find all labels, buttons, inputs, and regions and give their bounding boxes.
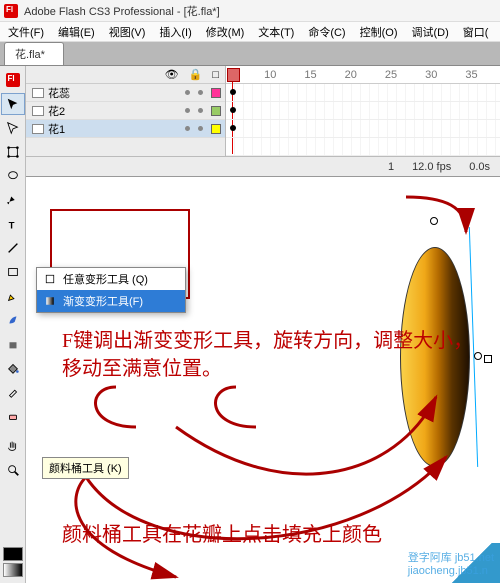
option-label: 任意变形工具 (Q) bbox=[63, 271, 148, 287]
menu-view[interactable]: 视图(V) bbox=[103, 22, 152, 42]
keyframe-icon bbox=[230, 107, 236, 113]
layer-row-0[interactable]: 花蕊 bbox=[26, 84, 225, 102]
option-label: 渐变变形工具(F) bbox=[63, 293, 143, 309]
menu-control[interactable]: 控制(O) bbox=[354, 22, 404, 42]
menu-debug[interactable]: 调试(D) bbox=[406, 22, 455, 42]
document-tab-strip: 花.fla* bbox=[0, 42, 500, 66]
stage-canvas[interactable]: 任意变形工具 (Q) 渐变变形工具(F) F键调出渐变变形工具，旋转方向，调整大… bbox=[26, 177, 500, 583]
eraser-tool[interactable] bbox=[1, 405, 25, 427]
watermark: 登字阿库 jb51.net jiaocheng.jb51.n bbox=[408, 549, 494, 577]
frame-row[interactable] bbox=[226, 102, 500, 120]
layer-row-1[interactable]: 花2 bbox=[26, 102, 225, 120]
menu-commands[interactable]: 命令(C) bbox=[302, 22, 351, 42]
stroke-color-swatch[interactable] bbox=[3, 547, 23, 561]
layer-name: 花2 bbox=[48, 103, 65, 119]
gradient-transform-option[interactable]: 渐变变形工具(F) bbox=[37, 290, 185, 312]
paint-bucket-tooltip: 颜料桶工具 (K) bbox=[42, 457, 129, 479]
timeline-frames[interactable]: 5101520253035 bbox=[226, 66, 500, 156]
timeline-status: 1 12.0 fps 0.0s bbox=[26, 156, 500, 176]
free-transform-tool[interactable] bbox=[1, 141, 25, 163]
eye-icon[interactable]: 👁 bbox=[165, 68, 179, 81]
layer-icon bbox=[32, 88, 44, 98]
frame-row[interactable] bbox=[226, 138, 500, 156]
title-bar: Adobe Flash CS3 Professional - [花.fla*] bbox=[0, 0, 500, 22]
annotation-text-1: F键调出渐变变形工具，旋转方向，调整大小，移动至满意位置。 bbox=[62, 327, 482, 383]
outline-icon[interactable]: □ bbox=[212, 69, 219, 81]
keyframe-icon bbox=[230, 125, 236, 131]
menu-text[interactable]: 文本(T) bbox=[252, 22, 300, 42]
menu-bar: 文件(F) 编辑(E) 视图(V) 插入(I) 修改(M) 文本(T) 命令(C… bbox=[0, 22, 500, 42]
ink-bottle-tool[interactable] bbox=[1, 333, 25, 355]
gradient-transform-icon bbox=[43, 294, 57, 308]
eyedropper-tool[interactable] bbox=[1, 381, 25, 403]
free-transform-icon bbox=[43, 272, 57, 286]
current-frame: 1 bbox=[388, 161, 394, 173]
fps-display: 12.0 fps bbox=[412, 161, 451, 173]
layer-icon bbox=[32, 106, 44, 116]
layer-list: 👁 🔒 □ 花蕊 花2 bbox=[26, 66, 226, 156]
selection-tool[interactable] bbox=[1, 93, 25, 115]
layer-icon bbox=[32, 124, 44, 134]
layer-header: 👁 🔒 □ bbox=[26, 66, 225, 84]
tools-panel: T bbox=[0, 66, 26, 583]
zoom-tool[interactable] bbox=[1, 459, 25, 481]
menu-edit[interactable]: 编辑(E) bbox=[52, 22, 101, 42]
gradient-width-handle[interactable] bbox=[484, 355, 492, 363]
lock-icon[interactable]: 🔒 bbox=[189, 68, 203, 81]
line-tool[interactable] bbox=[1, 237, 25, 259]
subselection-tool[interactable] bbox=[1, 117, 25, 139]
text-tool[interactable]: T bbox=[1, 213, 25, 235]
gradient-rotate-handle[interactable] bbox=[430, 217, 438, 225]
hand-tool[interactable] bbox=[1, 435, 25, 457]
timeline-panel: 👁 🔒 □ 花蕊 花2 bbox=[26, 66, 500, 177]
annotation-text-2: 颜料桶工具在花瓣上点击填充上颜色 bbox=[62, 518, 382, 547]
layer-name: 花蕊 bbox=[48, 85, 70, 101]
free-transform-option[interactable]: 任意变形工具 (Q) bbox=[37, 268, 185, 290]
document-tab[interactable]: 花.fla* bbox=[4, 42, 64, 65]
menu-insert[interactable]: 插入(I) bbox=[153, 22, 197, 42]
color-swatches bbox=[0, 541, 25, 583]
svg-text:T: T bbox=[8, 220, 14, 231]
paint-bucket-tool[interactable] bbox=[1, 357, 25, 379]
fill-color-swatch[interactable] bbox=[3, 563, 23, 577]
keyframe-icon bbox=[230, 89, 236, 95]
frame-row[interactable] bbox=[226, 120, 500, 138]
window-title: Adobe Flash CS3 Professional - [花.fla*] bbox=[24, 3, 220, 19]
menu-window[interactable]: 窗口( bbox=[457, 22, 495, 42]
transform-tool-flyout: 任意变形工具 (Q) 渐变变形工具(F) bbox=[36, 267, 186, 313]
frame-row[interactable] bbox=[226, 84, 500, 102]
time-display: 0.0s bbox=[469, 161, 490, 173]
app-icon bbox=[4, 4, 18, 18]
menu-modify[interactable]: 修改(M) bbox=[200, 22, 251, 42]
menu-file[interactable]: 文件(F) bbox=[2, 22, 50, 42]
lasso-tool[interactable] bbox=[1, 165, 25, 187]
layer-row-2[interactable]: 花1 bbox=[26, 120, 225, 138]
brush-tool[interactable] bbox=[1, 309, 25, 331]
fl-badge-icon bbox=[1, 69, 25, 91]
layer-name: 花1 bbox=[48, 121, 65, 137]
pen-tool[interactable] bbox=[1, 189, 25, 211]
rectangle-tool[interactable] bbox=[1, 261, 25, 283]
pencil-tool[interactable] bbox=[1, 285, 25, 307]
frame-ruler: 5101520253035 bbox=[226, 66, 500, 84]
